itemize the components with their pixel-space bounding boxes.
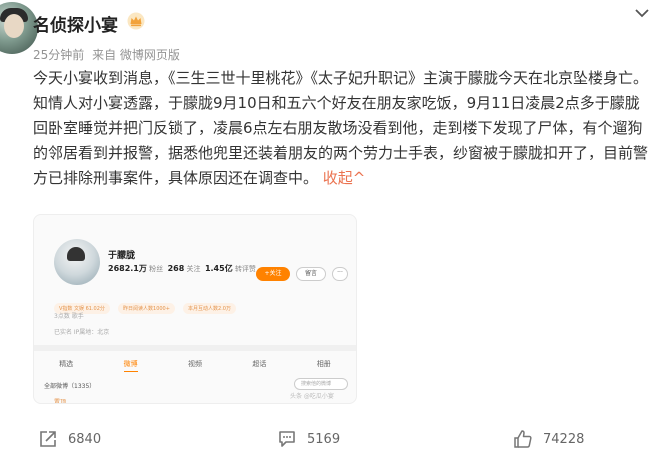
embed-tabs: 精选 微博 视频 超话 相册 <box>34 359 356 372</box>
collapse-link[interactable]: 收起^ <box>323 169 366 187</box>
embed-tag: 本月互动人数2.0万 <box>183 303 236 314</box>
embed-info-line: 已实名 IP属地：北京 <box>54 329 110 336</box>
chevron-down-icon[interactable] <box>633 6 651 20</box>
post-body: 今天小宴收到消息，《三生三世十里桃花》《太子妃升职记》主演于朦胧今天在北京坠楼身… <box>33 66 653 191</box>
share-icon <box>40 431 56 447</box>
post-meta: 25分钟前 来自 微博网页版 <box>33 46 184 63</box>
embed-follow-button: +关注 <box>256 267 290 281</box>
embed-watermark: 头条 @吃瓜小宴 <box>290 393 334 400</box>
embed-divider <box>34 345 356 351</box>
post-source: 来自 微博网页版 <box>92 48 180 62</box>
embed-pinned: 置顶 <box>54 399 67 404</box>
like-count: 74228 <box>543 431 585 447</box>
post-time[interactable]: 25分钟前 <box>33 48 84 62</box>
embed-search: 搜索他的微博 <box>294 378 348 390</box>
thumbs-up-icon <box>514 430 532 448</box>
author-name[interactable]: 名侦探小宴 <box>33 11 118 36</box>
comment-count: 5169 <box>307 431 341 447</box>
embed-more-button: ··· <box>332 267 348 281</box>
embed-all-weibo: 全部微博（1335） <box>44 383 96 390</box>
embedded-profile-screenshot[interactable]: 于朦胧 2682.1万 粉丝 268 关注 1.45亿 转评赞 +关注 留言 ·… <box>33 214 357 404</box>
repost-button[interactable]: 6840 <box>38 424 101 454</box>
crown-icon <box>127 12 145 30</box>
like-button[interactable]: 74228 <box>513 424 584 454</box>
comment-button[interactable]: 5169 <box>277 424 340 454</box>
embed-stats: 2682.1万 粉丝 268 关注 1.45亿 转评赞 <box>108 264 256 273</box>
embed-message-button: 留言 <box>296 267 326 281</box>
embed-tab: 相册 <box>316 360 331 368</box>
repost-count: 6840 <box>68 431 102 447</box>
embed-tab: 精选 <box>59 360 74 368</box>
comment-icon <box>279 431 295 447</box>
embed-avatar <box>54 239 100 285</box>
embed-tag: 昨日阅读人数1000+ <box>118 303 175 314</box>
embed-info-line: 3点数 歌手 <box>54 313 84 320</box>
embed-tab: 超话 <box>252 360 267 368</box>
embed-name: 于朦胧 <box>108 251 136 261</box>
embed-tab: 视频 <box>187 360 202 368</box>
post-actions: 6840 5169 74228 <box>0 424 665 454</box>
embed-tab-active: 微博 <box>123 359 138 372</box>
